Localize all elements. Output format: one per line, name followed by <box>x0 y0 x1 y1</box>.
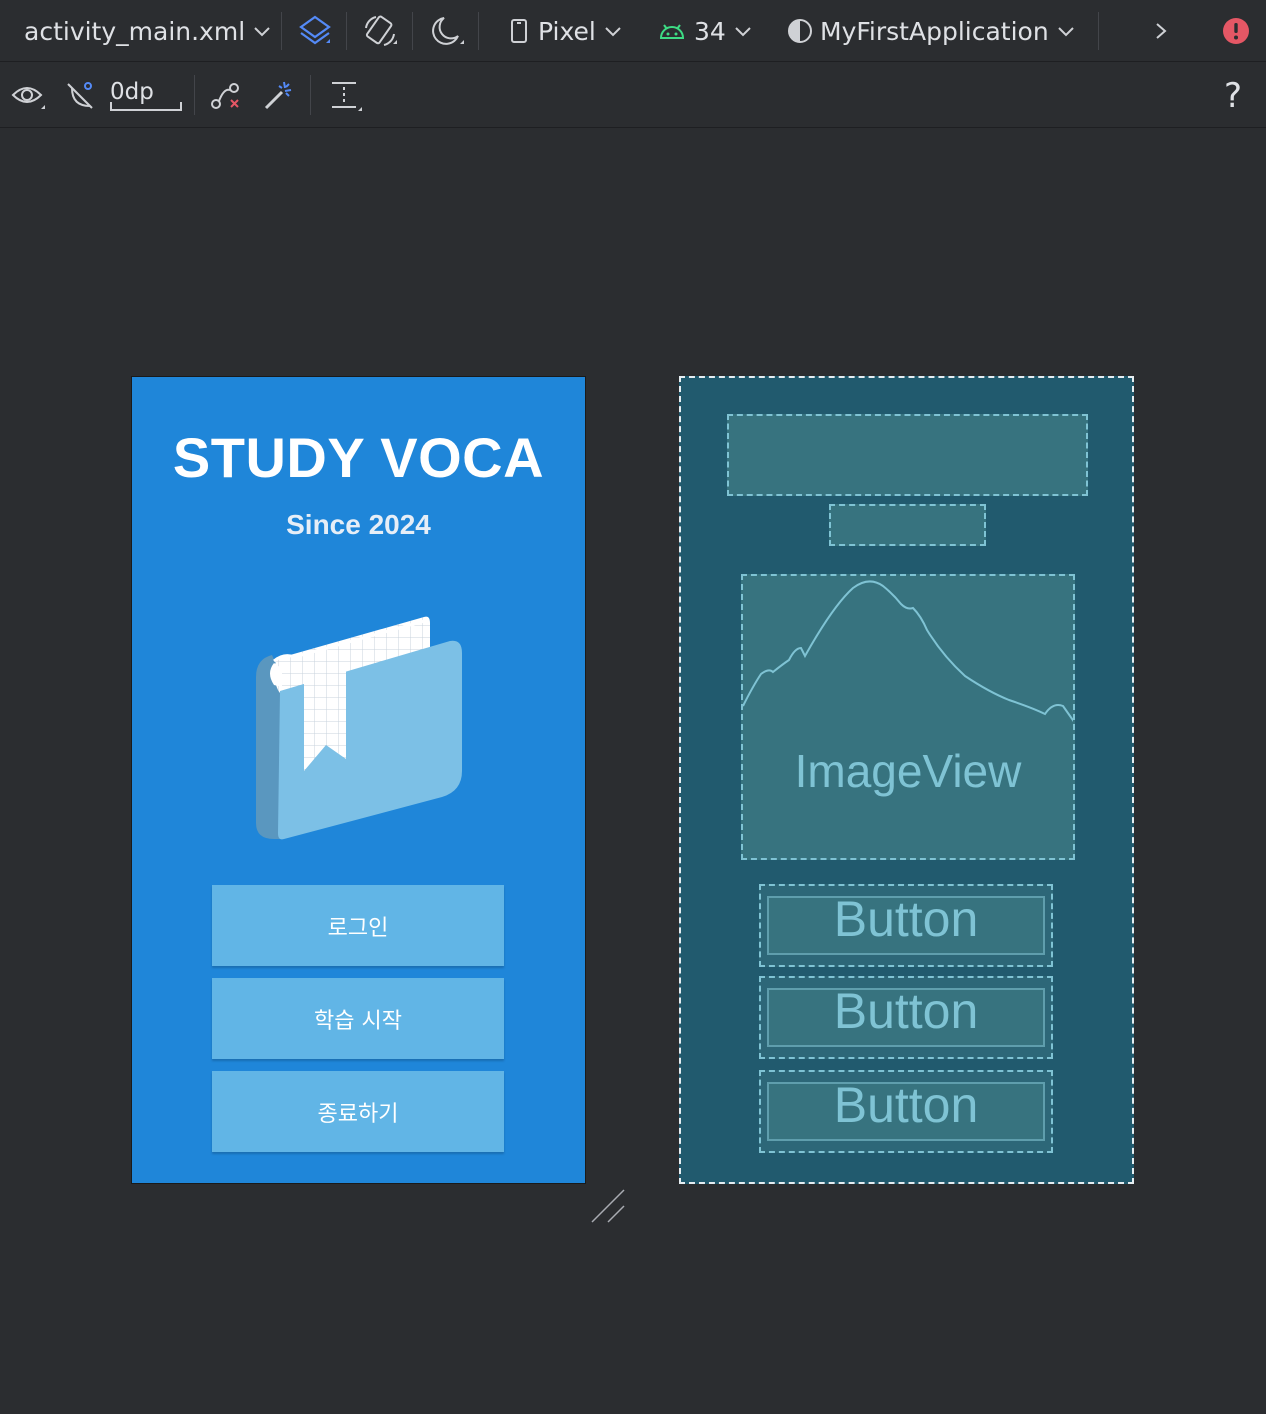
rotate-icon[interactable] <box>362 0 398 62</box>
device-name: Pixel <box>538 16 596 46</box>
default-margin-selector[interactable]: 0dp <box>110 63 182 128</box>
book-icon[interactable] <box>254 613 464 847</box>
infer-constraints-icon[interactable] <box>210 63 242 128</box>
blueprint-button-1[interactable]: Button <box>759 884 1053 967</box>
toolbar-separator <box>478 12 479 50</box>
api-level: 34 <box>694 16 726 46</box>
toolbar-separator <box>346 12 347 50</box>
blueprint-view[interactable]: ImageView Button Button Button <box>679 376 1134 1184</box>
toolbar-separator <box>310 75 311 115</box>
theme-selector[interactable]: MyFirstApplication <box>786 0 1075 62</box>
theme-icon <box>786 17 814 45</box>
phone-icon <box>510 18 528 44</box>
toolbar-separator <box>1098 12 1099 50</box>
login-button[interactable]: 로그인 <box>212 885 504 966</box>
button-label: Button <box>833 1077 979 1133</box>
blueprint-button-2[interactable]: Button <box>759 976 1053 1059</box>
toolbar-separator <box>281 12 282 50</box>
mountain-placeholder-icon <box>743 580 1073 723</box>
help-icon[interactable]: ? <box>1224 63 1242 128</box>
file-name: activity_main.xml <box>24 16 246 46</box>
file-selector[interactable]: activity_main.xml <box>24 0 271 62</box>
theme-name: MyFirstApplication <box>820 16 1049 46</box>
night-mode-icon[interactable] <box>430 0 466 62</box>
start-study-button[interactable]: 학습 시작 <box>212 978 504 1059</box>
design-toolbar: activity_main.xml Pixel 34 MyFirstApplic… <box>0 0 1266 62</box>
device-selector[interactable]: Pixel <box>510 0 622 62</box>
app-subtitle[interactable]: Since 2024 <box>132 509 585 541</box>
imageview-label: ImageView <box>794 745 1022 797</box>
chevron-down-icon <box>253 25 271 37</box>
toolbar-separator <box>194 75 195 115</box>
baseline-icon[interactable] <box>328 63 364 128</box>
layers-icon[interactable] <box>298 0 332 62</box>
blueprint-imageview[interactable]: ImageView <box>741 574 1075 860</box>
button-label: Button <box>833 891 979 947</box>
android-icon <box>658 21 686 41</box>
chevron-down-icon <box>1057 25 1075 37</box>
chevron-down-icon <box>734 25 752 37</box>
magic-wand-icon[interactable] <box>262 63 294 128</box>
eye-icon[interactable] <box>11 63 47 128</box>
app-title[interactable]: STUDY VOCA <box>132 425 585 490</box>
autoconnect-icon[interactable] <box>64 63 96 128</box>
error-icon[interactable] <box>1222 0 1250 62</box>
chevron-right-icon[interactable] <box>1154 0 1168 62</box>
blueprint-subtitle-textview[interactable] <box>829 504 986 546</box>
toolbar-separator <box>412 12 413 50</box>
blueprint-button-3[interactable]: Button <box>759 1070 1053 1153</box>
api-level-selector[interactable]: 34 <box>658 0 752 62</box>
resize-handle-icon[interactable] <box>590 1188 626 1228</box>
exit-button[interactable]: 종료하기 <box>212 1071 504 1152</box>
design-preview[interactable]: STUDY VOCA Since 2024 로그인 학습 시작 종료하기 <box>131 376 586 1184</box>
button-label: Button <box>833 983 979 1039</box>
constraint-toolbar: 0dp ? <box>0 63 1266 128</box>
blueprint-title-textview[interactable] <box>727 414 1088 496</box>
chevron-down-icon <box>604 25 622 37</box>
